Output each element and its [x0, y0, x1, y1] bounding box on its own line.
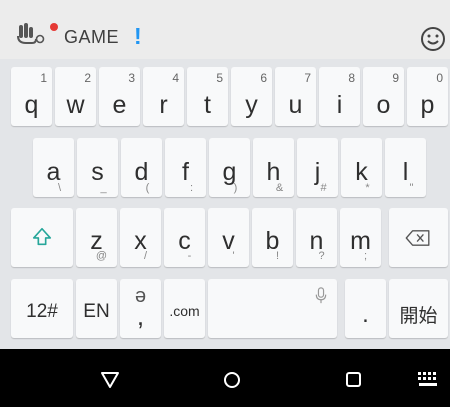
record-dot-icon	[50, 23, 58, 31]
key-o[interactable]: 9 o	[363, 67, 404, 126]
key-label: o	[376, 91, 391, 119]
numbers-label: 12#	[26, 301, 58, 322]
key-b[interactable]: b !	[252, 208, 293, 267]
key-i[interactable]: 8 i	[319, 67, 360, 126]
key-v[interactable]: v '	[208, 208, 249, 267]
suggestion-exclamation: !	[134, 23, 142, 49]
key-sub: "	[409, 182, 414, 194]
key-n[interactable]: n ?	[296, 208, 337, 267]
voice-gesture-icon[interactable]	[16, 22, 46, 44]
keyboard-switch-icon[interactable]	[414, 365, 442, 393]
key-sub: 5	[216, 71, 223, 85]
key-label: q	[24, 91, 39, 119]
key-label: t	[204, 91, 211, 119]
key-p[interactable]: 0 p	[407, 67, 448, 126]
key-sub: '	[232, 250, 235, 262]
key-sub: 7	[304, 71, 311, 85]
key-sub: 2	[84, 71, 91, 85]
dotcom-key[interactable]: .com	[164, 279, 205, 338]
period-key[interactable]: .	[345, 279, 386, 338]
key-e[interactable]: 3 e	[99, 67, 140, 126]
back-triangle-icon[interactable]	[96, 365, 124, 393]
key-w[interactable]: 2 w	[55, 67, 96, 126]
key-t[interactable]: 5 t	[187, 67, 228, 126]
language-label: EN	[83, 301, 110, 322]
language-key[interactable]: EN	[76, 279, 117, 338]
key-k[interactable]: k *	[341, 138, 382, 197]
key-sub: !	[275, 250, 280, 262]
key-f[interactable]: f :	[165, 138, 206, 197]
key-z[interactable]: z @	[76, 208, 117, 267]
recents-square-icon[interactable]	[340, 365, 368, 393]
key-sub: (	[145, 182, 150, 194]
key-u[interactable]: 7 u	[275, 67, 316, 126]
key-label: e	[112, 91, 127, 119]
key-s[interactable]: s _	[77, 138, 118, 197]
key-y[interactable]: 6 y	[231, 67, 272, 126]
key-sub: -	[187, 250, 192, 262]
key-sub: :	[189, 182, 194, 194]
key-d[interactable]: d (	[121, 138, 162, 197]
shift-arrow-icon	[32, 227, 52, 246]
backspace-key[interactable]	[389, 208, 448, 267]
key-label: r	[159, 91, 168, 119]
key-sub: 8	[348, 71, 355, 85]
suggestion-bar: GAME !	[0, 0, 450, 59]
key-label: i	[336, 91, 343, 119]
shift-key[interactable]	[11, 208, 73, 267]
navigation-bar	[0, 349, 450, 407]
key-m[interactable]: m ;	[340, 208, 381, 267]
key-g[interactable]: g )	[209, 138, 250, 197]
go-key[interactable]: 開始	[389, 279, 448, 338]
keyboard: 1 q 2 w 3 e 4 r 5 t 6 y 7 u 8 i 9 o 0 p …	[0, 59, 450, 349]
key-sub: 3	[128, 71, 135, 85]
key-sub: ;	[363, 250, 368, 262]
key-sub: #	[320, 182, 327, 194]
emoji-smiley-icon[interactable]	[418, 24, 448, 54]
key-sub: @	[95, 250, 108, 262]
key-l[interactable]: l "	[385, 138, 426, 197]
microphone-icon	[315, 287, 327, 304]
key-c[interactable]: c -	[164, 208, 205, 267]
key-sub: ?	[318, 250, 325, 262]
key-sub: \	[57, 182, 62, 194]
dotcom-label: .com	[169, 303, 200, 319]
key-q[interactable]: 1 q	[11, 67, 52, 126]
spacebar[interactable]	[208, 279, 337, 338]
key-sub: /	[143, 250, 148, 262]
key-x[interactable]: x /	[120, 208, 161, 267]
period-label: .	[362, 301, 369, 328]
home-circle-icon[interactable]	[218, 365, 246, 393]
key-sub: 4	[172, 71, 179, 85]
key-a[interactable]: a \	[33, 138, 74, 197]
suggestion-text[interactable]: GAME	[64, 27, 119, 48]
key-h[interactable]: h &	[253, 138, 294, 197]
key-sub: &	[275, 182, 284, 194]
numbers-key[interactable]: 12#	[11, 279, 73, 338]
key-label: u	[288, 91, 303, 119]
go-label: 開始	[399, 306, 438, 327]
backspace-icon	[405, 230, 430, 246]
handwrite-comma-key[interactable]: ə ,	[120, 279, 161, 338]
key-sub: _	[100, 182, 107, 194]
key-label: p	[420, 91, 435, 119]
key-label: w	[66, 91, 85, 119]
key-sub: 1	[40, 71, 47, 85]
key-sub: 6	[260, 71, 267, 85]
comma-label: ,	[136, 301, 145, 331]
key-sub: )	[233, 182, 238, 194]
key-j[interactable]: j #	[297, 138, 338, 197]
key-label: y	[245, 91, 258, 119]
key-sub: 9	[392, 71, 399, 85]
key-r[interactable]: 4 r	[143, 67, 184, 126]
key-sub: *	[365, 182, 370, 194]
key-sub: 0	[436, 71, 443, 85]
